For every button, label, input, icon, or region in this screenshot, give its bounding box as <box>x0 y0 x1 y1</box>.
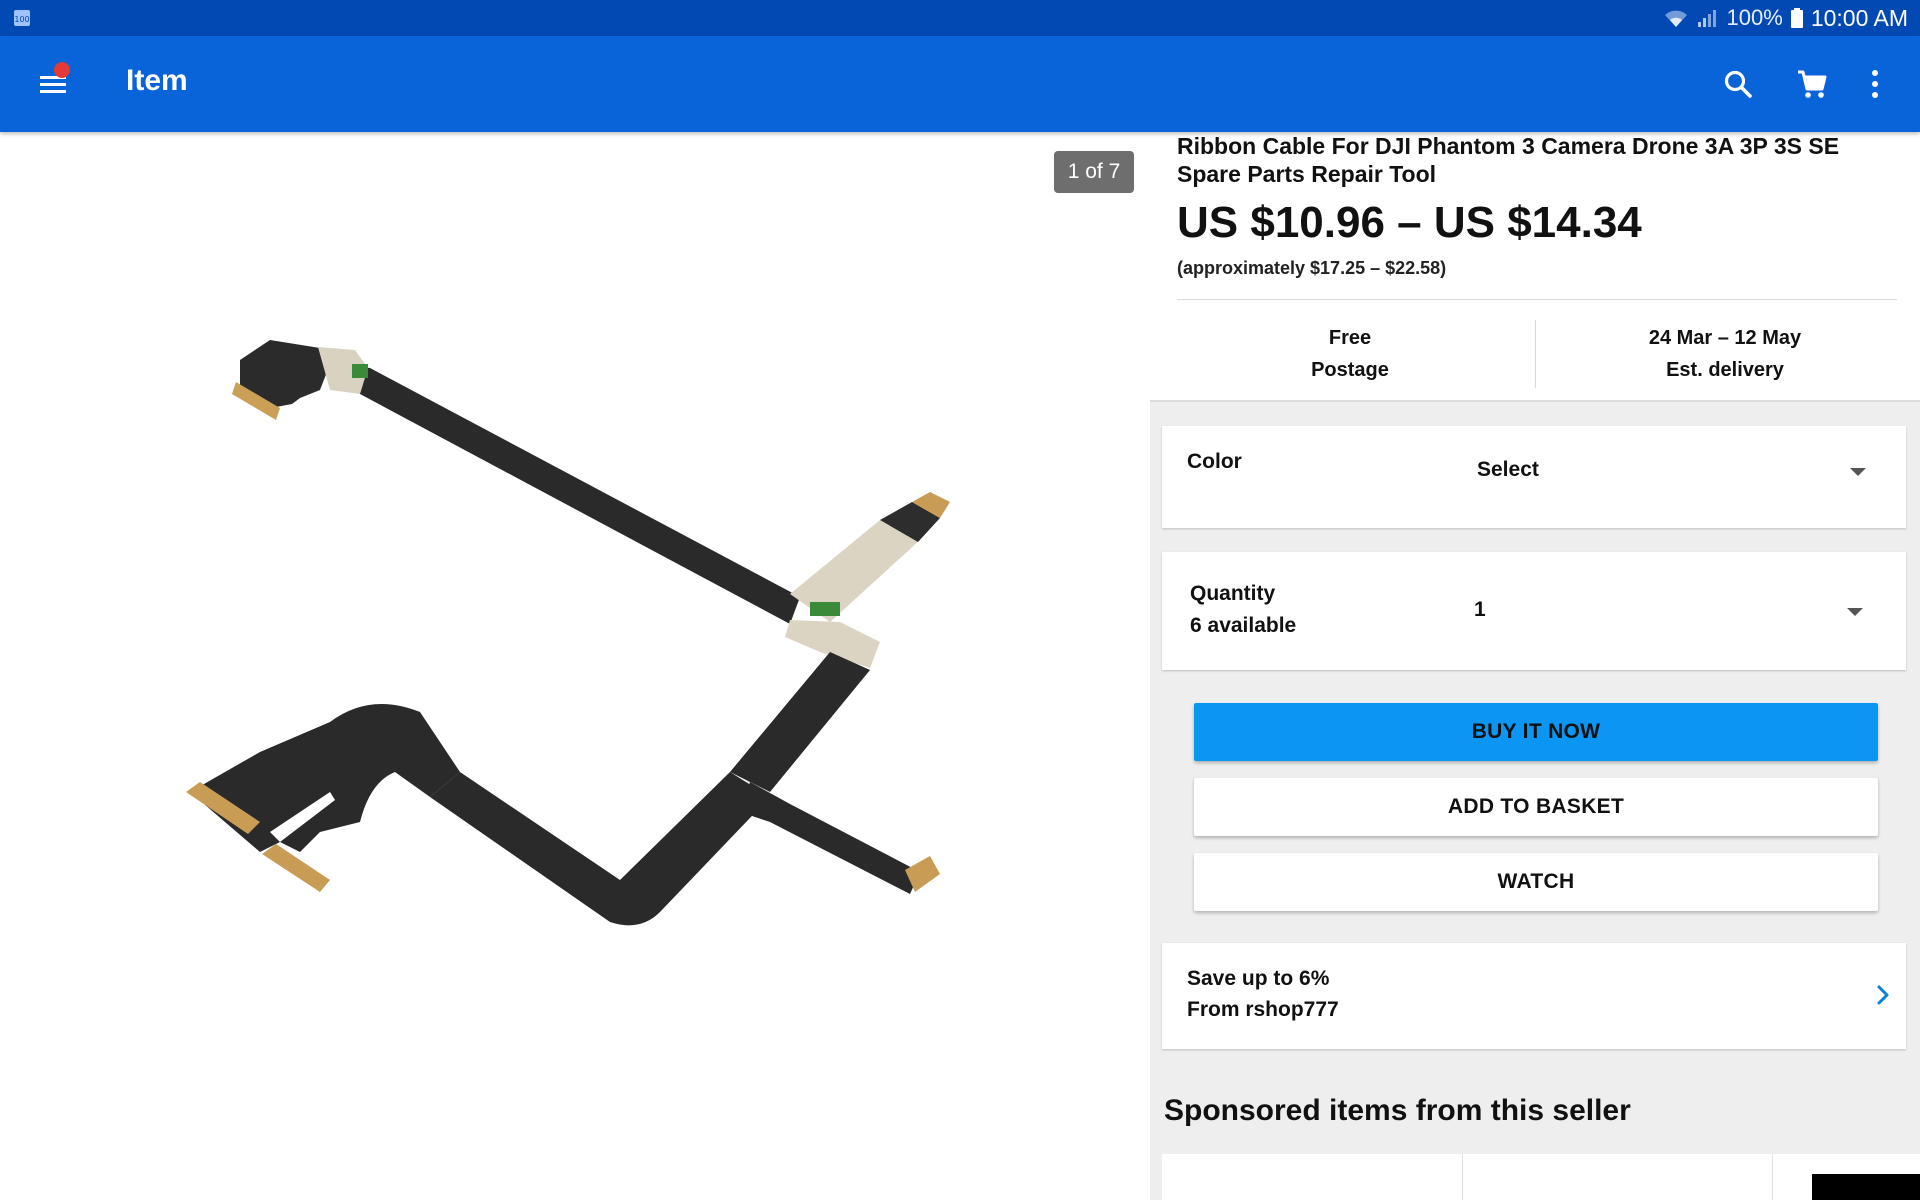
quantity-available: 6 available <box>1190 614 1297 637</box>
app-bar: Item <box>0 36 1920 132</box>
notification-dot <box>54 62 70 78</box>
item-title: Ribbon Cable For DJI Phantom 3 Camera Dr… <box>1177 133 1840 187</box>
watch-button[interactable]: WATCH <box>1194 853 1878 911</box>
divider <box>1772 1154 1773 1200</box>
chevron-down-icon[interactable] <box>1850 468 1866 476</box>
column-divider <box>1535 320 1536 388</box>
quantity-select-value[interactable]: 1 <box>1474 598 1486 622</box>
postage-line2: Postage <box>1311 359 1389 381</box>
approx-price: (approximately $17.25 – $22.58) <box>1177 258 1447 278</box>
delivery-dates: 24 Mar – 12 May <box>1648 327 1802 349</box>
promo-card[interactable]: Save up to 6% From rshop777 <box>1162 943 1906 1049</box>
status-bar: 100 100% 10:00 AM <box>0 0 1920 36</box>
sponsored-item-thumbnail[interactable] <box>1812 1174 1920 1200</box>
battery-icon <box>1790 8 1803 28</box>
image-counter-badge: 1 of 7 <box>1054 151 1134 193</box>
status-right: 100% 10:00 AM <box>1663 0 1908 36</box>
delivery-info: 24 Mar – 12 May Est. delivery <box>1545 322 1905 386</box>
svg-text:100: 100 <box>14 15 29 24</box>
divider <box>1462 1154 1463 1200</box>
quantity-selector[interactable]: Quantity 6 available 1 <box>1162 552 1906 670</box>
item-price: US $10.96 – US $14.34 <box>1177 198 1642 247</box>
wifi-icon <box>1664 10 1687 27</box>
buy-it-now-button[interactable]: BUY IT NOW <box>1194 703 1878 761</box>
delivery-label: Est. delivery <box>1666 359 1784 381</box>
product-image-panel[interactable] <box>0 132 1150 1200</box>
color-label: Color <box>1187 450 1242 473</box>
sponsored-heading: Sponsored items from this seller <box>1164 1094 1631 1127</box>
clock: 10:00 AM <box>1810 4 1908 31</box>
more-vert-icon <box>1872 70 1878 98</box>
chevron-down-icon[interactable] <box>1847 608 1863 616</box>
promo-line2: From rshop777 <box>1187 998 1339 1021</box>
cart-icon <box>1798 70 1827 98</box>
menu-button[interactable] <box>30 62 74 106</box>
notification-icon: 100 <box>14 10 30 26</box>
promo-line1: Save up to 6% <box>1187 967 1330 990</box>
divider <box>1177 299 1897 300</box>
cart-button[interactable] <box>1790 62 1834 106</box>
search-icon <box>1724 70 1752 98</box>
chevron-right-icon[interactable] <box>1876 984 1890 1006</box>
item-summary: Ribbon Cable For DJI Phantom 3 Camera Dr… <box>1150 132 1920 402</box>
add-to-basket-button[interactable]: ADD TO BASKET <box>1194 778 1878 836</box>
color-select-value[interactable]: Select <box>1477 458 1539 482</box>
color-selector[interactable]: Color Select <box>1162 426 1906 528</box>
quantity-label: Quantity <box>1190 582 1276 605</box>
signal-icon <box>1697 10 1716 27</box>
search-button[interactable] <box>1716 62 1760 106</box>
more-options-button[interactable] <box>1853 62 1897 106</box>
sponsored-items-strip[interactable] <box>1162 1154 1920 1200</box>
battery-percent: 100% <box>1726 5 1783 30</box>
postage-info: Free Postage <box>1170 322 1530 386</box>
postage-line1: Free <box>1328 327 1372 349</box>
ribbon-cable-product-image <box>186 340 950 926</box>
item-details-panel: Ribbon Cable For DJI Phantom 3 Camera Dr… <box>1150 132 1920 1200</box>
page-title: Item <box>126 64 188 97</box>
